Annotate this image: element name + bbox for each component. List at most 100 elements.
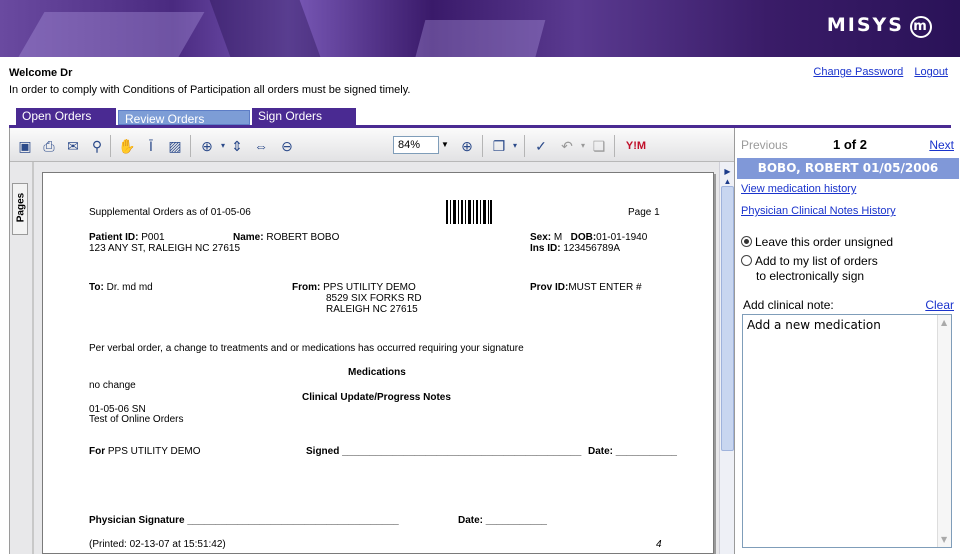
verbal-order-text: Per verbal order, a change to treatments… — [89, 343, 524, 354]
yahoo-messenger-icon[interactable]: Y!M — [622, 137, 650, 155]
from-label: From: — [292, 282, 321, 293]
physician-signature-line: Physician Signature ____________________… — [89, 515, 399, 526]
pages-panel-tab[interactable]: Pages — [12, 183, 28, 235]
document-scrollbar[interactable]: ▶ ▲ — [719, 162, 735, 554]
clinical-notes-heading: Clinical Update/Progress Notes — [302, 392, 451, 403]
snapshot-icon[interactable]: ▨ — [166, 137, 184, 155]
zoom-dropdown-icon[interactable]: ▼ — [439, 136, 451, 154]
for-value: PPS UTILITY DEMO — [107, 446, 201, 457]
printed-timestamp: (Printed: 02-13-07 at 15:51:42) — [89, 539, 226, 550]
clinical-note-label: Add clinical note: — [743, 298, 834, 312]
compliance-notice: In order to comply with Conditions of Pa… — [9, 84, 411, 96]
physician-date-line: Date: ___________ — [458, 515, 547, 526]
medications-text: no change — [89, 380, 136, 391]
add-to-sign-label-1: Add to my list of orders — [755, 254, 878, 268]
previous-link[interactable]: Previous — [741, 138, 788, 152]
name-label: Name: — [233, 232, 264, 243]
zoom-level-input[interactable]: 84% — [393, 136, 439, 154]
from-line-1: PPS UTILITY DEMO — [323, 282, 416, 293]
patient-name-value: ROBERT BOBO — [266, 232, 340, 243]
date-line: Date: ___________ — [588, 446, 677, 457]
email-icon[interactable]: ✉ — [64, 137, 82, 155]
logo-text: MISYS — [826, 14, 904, 36]
pdf-viewer: ▣ ⎙ ✉ ⚲ ✋ Ī ▨ ⊕ ▾ ⇕ ⇔ ⊖ 84% ▼ ⊕ ❐ ▾ ✓ ↶ … — [9, 128, 735, 554]
scroll-down-icon[interactable]: ▼ — [941, 535, 947, 544]
note-scrollbar[interactable]: ▲ ▼ — [937, 315, 951, 547]
logout-link[interactable]: Logout — [914, 66, 948, 78]
banner-decoration — [209, 0, 321, 57]
add-to-sign-label-2: to electronically sign — [756, 269, 865, 283]
toolbar-separator — [482, 135, 483, 157]
medications-heading: Medications — [348, 367, 406, 378]
clinical-notes-history-link[interactable]: Physician Clinical Notes History — [741, 205, 896, 217]
to-label: To: — [89, 282, 104, 293]
order-counter: 1 of 2 — [833, 137, 867, 152]
from-line-2: 8529 SIX FORKS RD — [326, 293, 422, 304]
header-banner: MISYS m — [0, 0, 960, 57]
footer-number: 4 — [656, 539, 662, 550]
account-links: Change Password Logout — [805, 66, 948, 78]
clinical-note-text: Add a new medication — [747, 318, 881, 332]
clinical-note-textarea[interactable]: Add a new medication ▲ ▼ — [742, 314, 952, 548]
tab-review-orders[interactable]: Review Orders — [118, 110, 250, 126]
for-label: For — [89, 446, 106, 457]
barcode-icon — [446, 200, 492, 224]
tab-open-orders[interactable]: Open Orders — [16, 108, 116, 125]
fit-width-icon[interactable]: ⇔ — [252, 137, 270, 155]
misys-logo: MISYS m — [827, 14, 932, 38]
from-line-3: RALEIGH NC 27615 — [326, 304, 418, 315]
radio-selected-icon[interactable] — [741, 236, 752, 247]
toolbar-separator — [614, 135, 615, 157]
sex-label: Sex: — [530, 232, 552, 243]
signed-line: Signed _________________________________… — [306, 446, 582, 457]
review-panel: Previous 1 of 2 Next BOBO, ROBERT 01/05/… — [734, 128, 960, 554]
dob-label: DOB: — [570, 232, 597, 243]
ins-id-value: 123456789A — [563, 243, 621, 254]
spellcheck-icon[interactable]: ✓ — [532, 137, 550, 155]
change-password-link[interactable]: Change Password — [813, 66, 903, 78]
patient-id-value: P001 — [141, 232, 165, 243]
radio-unselected-icon[interactable] — [741, 255, 752, 266]
to-value: Dr. md md — [106, 282, 153, 293]
banner-decoration — [414, 20, 546, 57]
add-to-sign-list-option[interactable]: Add to my list of orders — [741, 254, 878, 268]
zoom-out-icon[interactable]: ⊖ — [278, 137, 296, 155]
medication-history-link[interactable]: View medication history — [741, 183, 856, 195]
clear-note-link[interactable]: Clear — [925, 298, 954, 312]
next-link[interactable]: Next — [929, 138, 954, 152]
toolbar-separator — [110, 135, 111, 157]
zoom-plus-icon[interactable]: ⊕ — [458, 137, 476, 155]
doc-title: Supplemental Orders as of 01-05-06 — [89, 207, 251, 218]
sex-value: M — [553, 232, 563, 243]
clinical-note-line-2: Test of Online Orders — [89, 414, 184, 425]
page-number: Page 1 — [628, 207, 660, 218]
hand-tool-icon[interactable]: ✋ — [118, 137, 136, 155]
scroll-up-icon[interactable]: ▲ — [941, 318, 947, 327]
navigation-rail — [32, 162, 34, 554]
patient-id-label: Patient ID: — [89, 232, 139, 243]
toolbar-separator — [524, 135, 525, 157]
pages-tab-label: Pages — [15, 192, 27, 223]
copy-icon[interactable]: ❏ — [590, 137, 608, 155]
scrollbar-thumb[interactable] — [721, 186, 734, 451]
leave-unsigned-label: Leave this order unsigned — [755, 235, 894, 249]
welcome-text: Welcome Dr — [9, 67, 73, 79]
prov-id-value: MUST ENTER # — [568, 282, 642, 293]
chevron-down-icon[interactable]: ▾ — [506, 137, 524, 155]
prov-id-label: Prov ID: — [530, 282, 569, 293]
toolbar-separator — [190, 135, 191, 157]
select-text-icon[interactable]: Ī — [142, 137, 160, 155]
print-icon[interactable]: ⎙ — [40, 137, 58, 155]
banner-decoration — [15, 12, 205, 57]
logo-mark-icon: m — [910, 16, 932, 38]
leave-unsigned-option[interactable]: Leave this order unsigned — [741, 235, 893, 249]
document-page: Supplemental Orders as of 01-05-06 Page … — [42, 172, 714, 554]
patient-header: BOBO, ROBERT 01/05/2006 — [737, 158, 959, 179]
save-icon[interactable]: ▣ — [16, 137, 34, 155]
actual-size-icon[interactable]: ⇕ — [228, 137, 246, 155]
patient-address: 123 ANY ST, RALEIGH NC 27615 — [89, 243, 241, 254]
tab-sign-orders[interactable]: Sign Orders — [252, 108, 356, 125]
find-icon[interactable]: ⚲ — [88, 137, 106, 155]
dob-value: 01-01-1940 — [596, 232, 648, 243]
pdf-toolbar: ▣ ⎙ ✉ ⚲ ✋ Ī ▨ ⊕ ▾ ⇕ ⇔ ⊖ 84% ▼ ⊕ ❐ ▾ ✓ ↶ … — [10, 128, 735, 162]
